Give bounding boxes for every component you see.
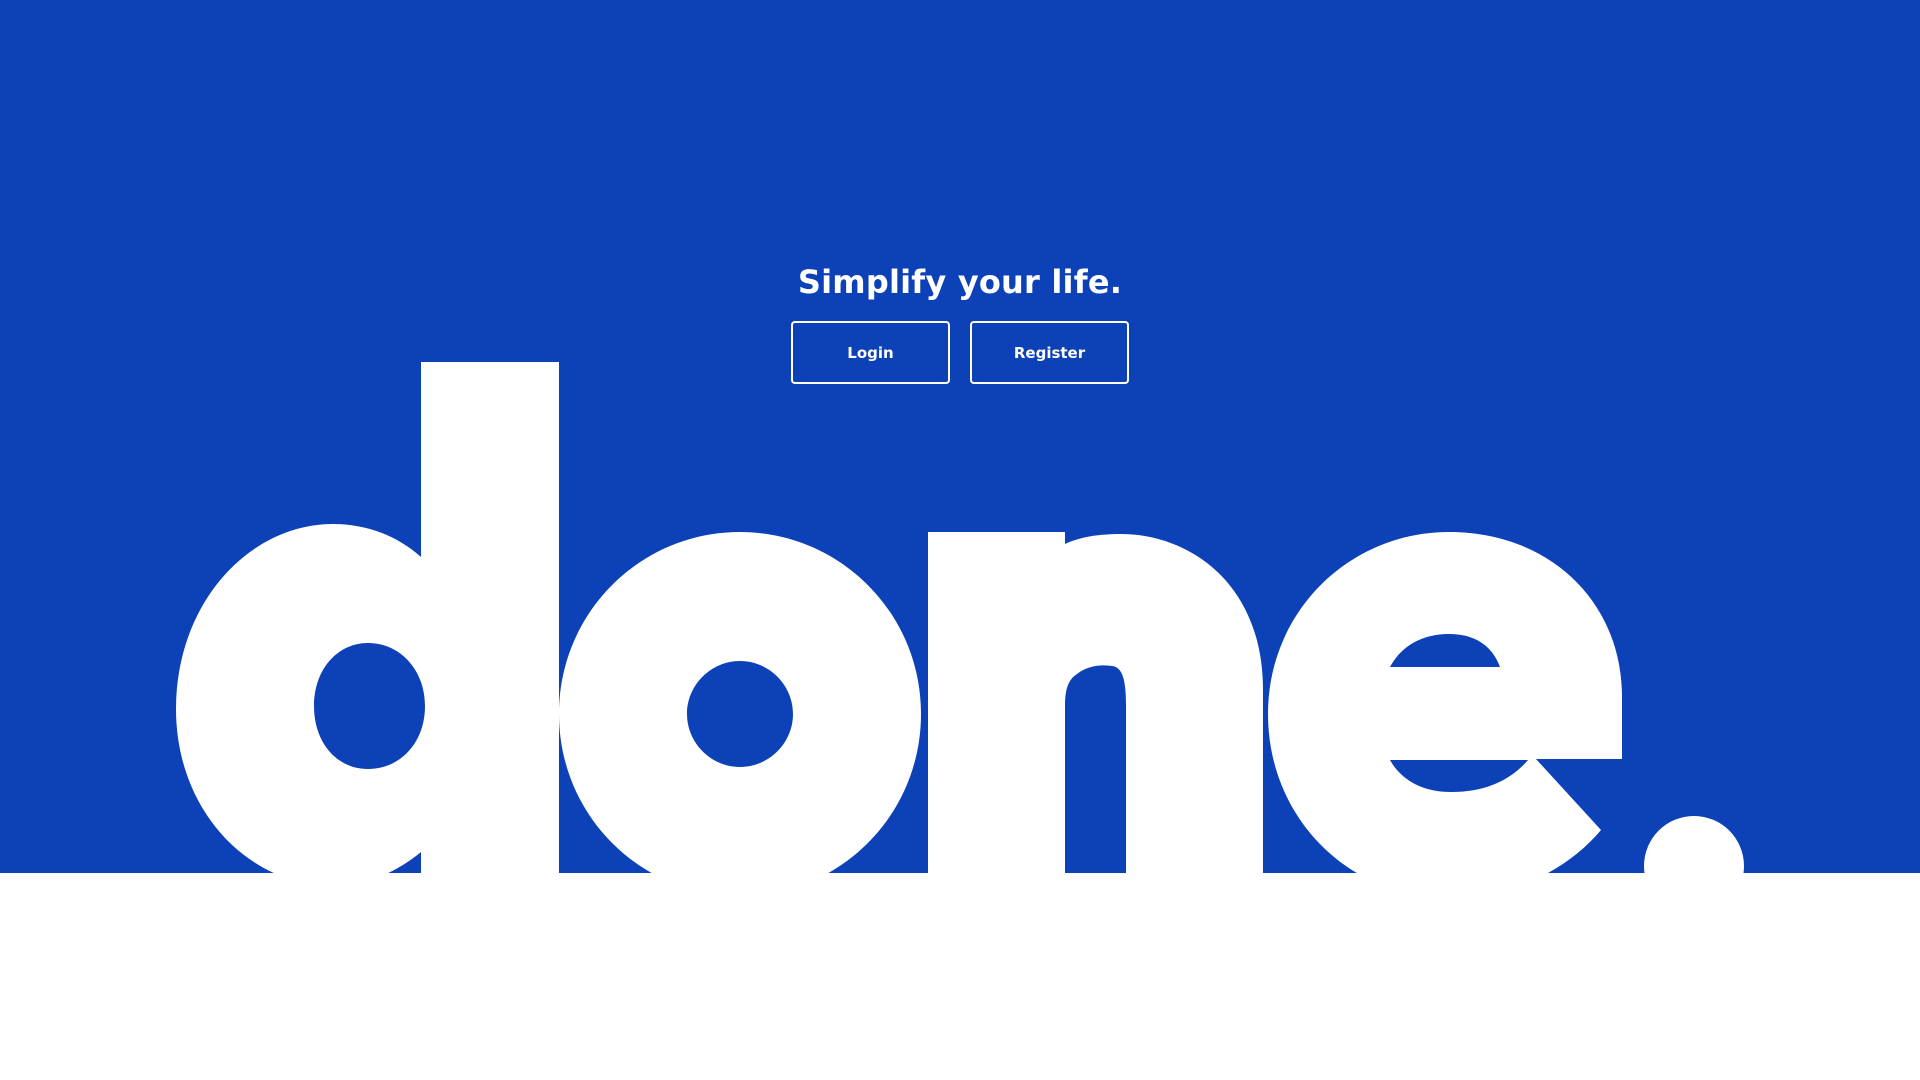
- logo-letter-e: [1268, 532, 1622, 873]
- logo-period: [1644, 816, 1744, 873]
- logo-letter-d: [176, 362, 559, 873]
- logo-letter-o: [559, 532, 921, 873]
- auth-actions: Login Register: [0, 321, 1920, 384]
- logo-letter-n: [928, 532, 1263, 873]
- login-button[interactable]: Login: [791, 321, 950, 384]
- done-logo: [176, 362, 1744, 873]
- hero-section: Simplify your life. Login Register: [0, 0, 1920, 1080]
- tagline: Simplify your life.: [797, 263, 1123, 301]
- register-button[interactable]: Register: [970, 321, 1129, 384]
